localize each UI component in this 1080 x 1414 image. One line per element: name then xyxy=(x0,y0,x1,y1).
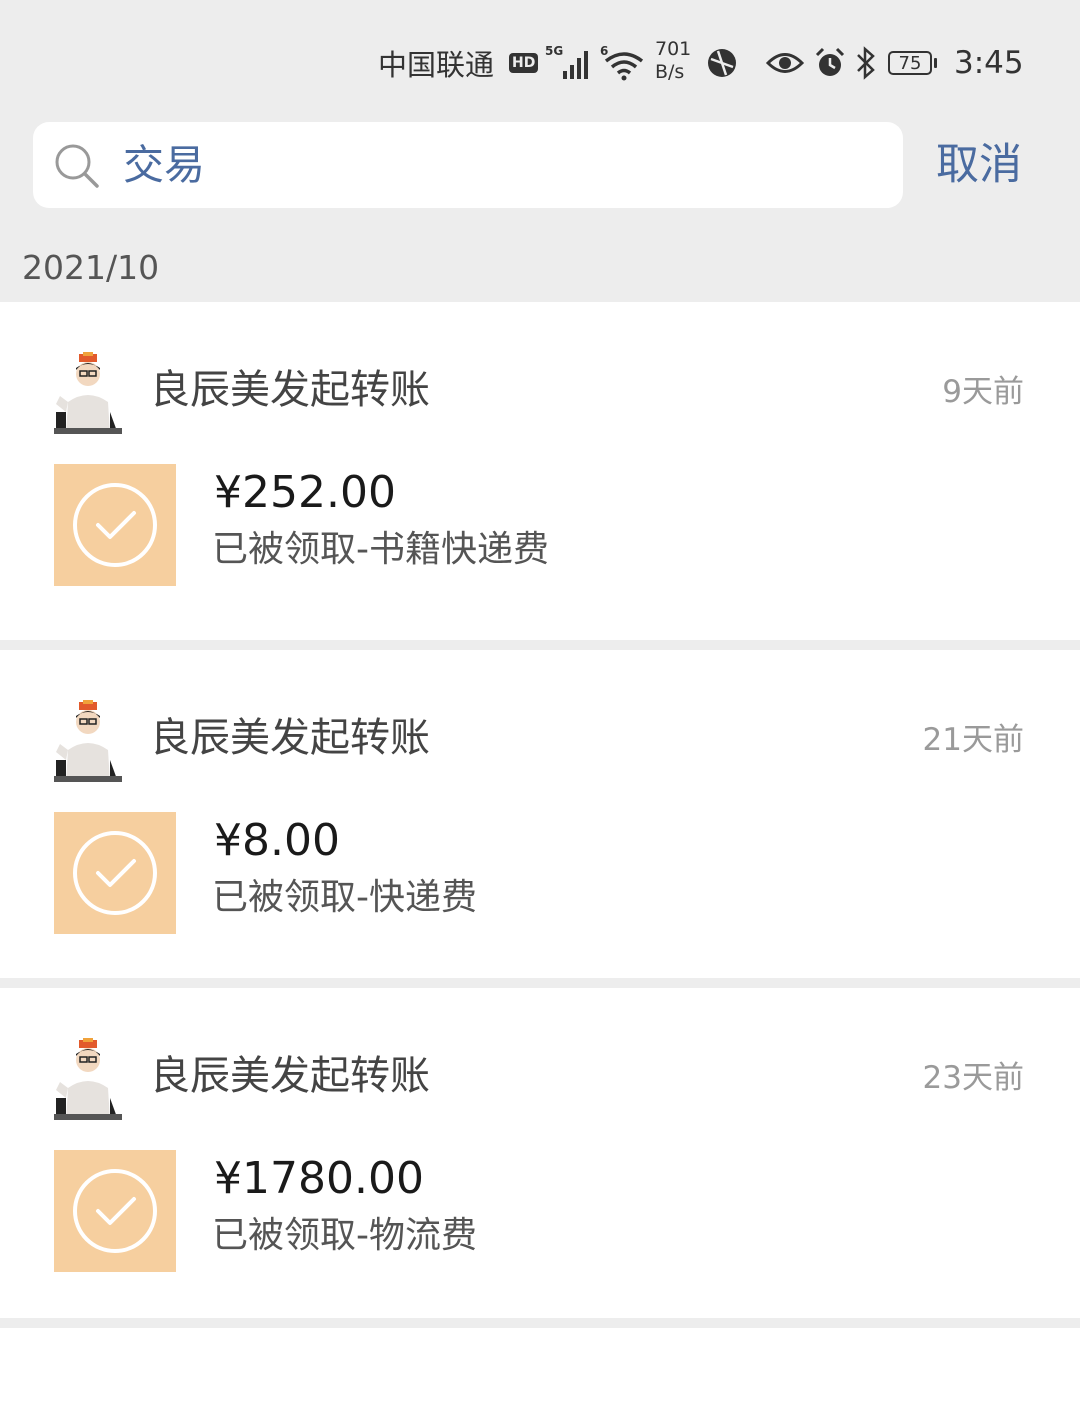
check-circle-icon xyxy=(73,831,157,915)
divider xyxy=(0,978,1080,988)
transfer-card[interactable]: 良辰美发起转账 23天前 ¥1780.00 已被领取-物流费 xyxy=(0,988,1080,1326)
sender-label: 良辰美发起转账 xyxy=(150,715,430,761)
transfer-remark: 已被领取-物流费 xyxy=(212,1215,477,1256)
search-query[interactable]: 交易 xyxy=(123,122,205,208)
cellular-signal-icon: 5G xyxy=(545,38,595,88)
avatar xyxy=(54,1038,122,1120)
carrier-name: 中国联通 xyxy=(378,48,495,82)
signal-label: 5G xyxy=(545,44,563,58)
time-ago: 9天前 xyxy=(942,374,1024,410)
transfer-amount: ¥8.00 xyxy=(214,815,340,866)
wifi-label: 6 xyxy=(600,44,608,58)
received-tile xyxy=(54,464,176,586)
speed-unit: B/s xyxy=(655,61,685,83)
bluetooth-icon xyxy=(855,38,877,88)
battery-level: 75 xyxy=(898,52,922,74)
avatar xyxy=(54,352,122,434)
transfer-remark: 已被领取-快递费 xyxy=(212,877,477,918)
received-tile xyxy=(54,1150,176,1272)
eye-icon xyxy=(766,38,804,88)
search-input[interactable]: 交易 xyxy=(33,122,903,208)
received-tile xyxy=(54,812,176,934)
transfer-amount: ¥1780.00 xyxy=(214,1153,424,1204)
month-header: 2021/10 xyxy=(22,248,160,287)
alarm-icon xyxy=(813,38,847,88)
status-bar: 中国联通 HD 5G 6 701 B/s 75 3:45 xyxy=(0,0,1080,120)
hd-icon: HD xyxy=(509,38,539,88)
search-icon xyxy=(55,144,99,188)
divider xyxy=(0,1318,1080,1328)
cancel-button[interactable]: 取消 xyxy=(936,122,1022,208)
time-ago: 23天前 xyxy=(922,1060,1024,1096)
wifi-icon: 6 xyxy=(600,38,646,88)
transfer-card[interactable]: 良辰美发起转账 9天前 ¥252.00 已被领取-书籍快递费 xyxy=(0,302,1080,640)
check-circle-icon xyxy=(73,1169,157,1253)
time-ago: 21天前 xyxy=(922,722,1024,758)
speed-value: 701 xyxy=(655,38,692,60)
battery-icon: 75 xyxy=(888,38,937,88)
transfer-amount: ¥252.00 xyxy=(214,467,396,518)
sender-label: 良辰美发起转账 xyxy=(150,367,430,413)
hd-badge: HD xyxy=(509,53,539,73)
divider xyxy=(0,640,1080,650)
transfer-card[interactable]: 良辰美发起转账 21天前 ¥8.00 已被领取-快递费 xyxy=(0,650,1080,988)
avatar xyxy=(54,700,122,782)
vpn-globe-icon xyxy=(705,38,739,88)
network-speed: 701 B/s xyxy=(655,36,691,86)
status-time: 3:45 xyxy=(954,45,1024,81)
sender-label: 良辰美发起转账 xyxy=(150,1053,430,1099)
check-circle-icon xyxy=(73,483,157,567)
transfer-remark: 已被领取-书籍快递费 xyxy=(212,529,549,570)
